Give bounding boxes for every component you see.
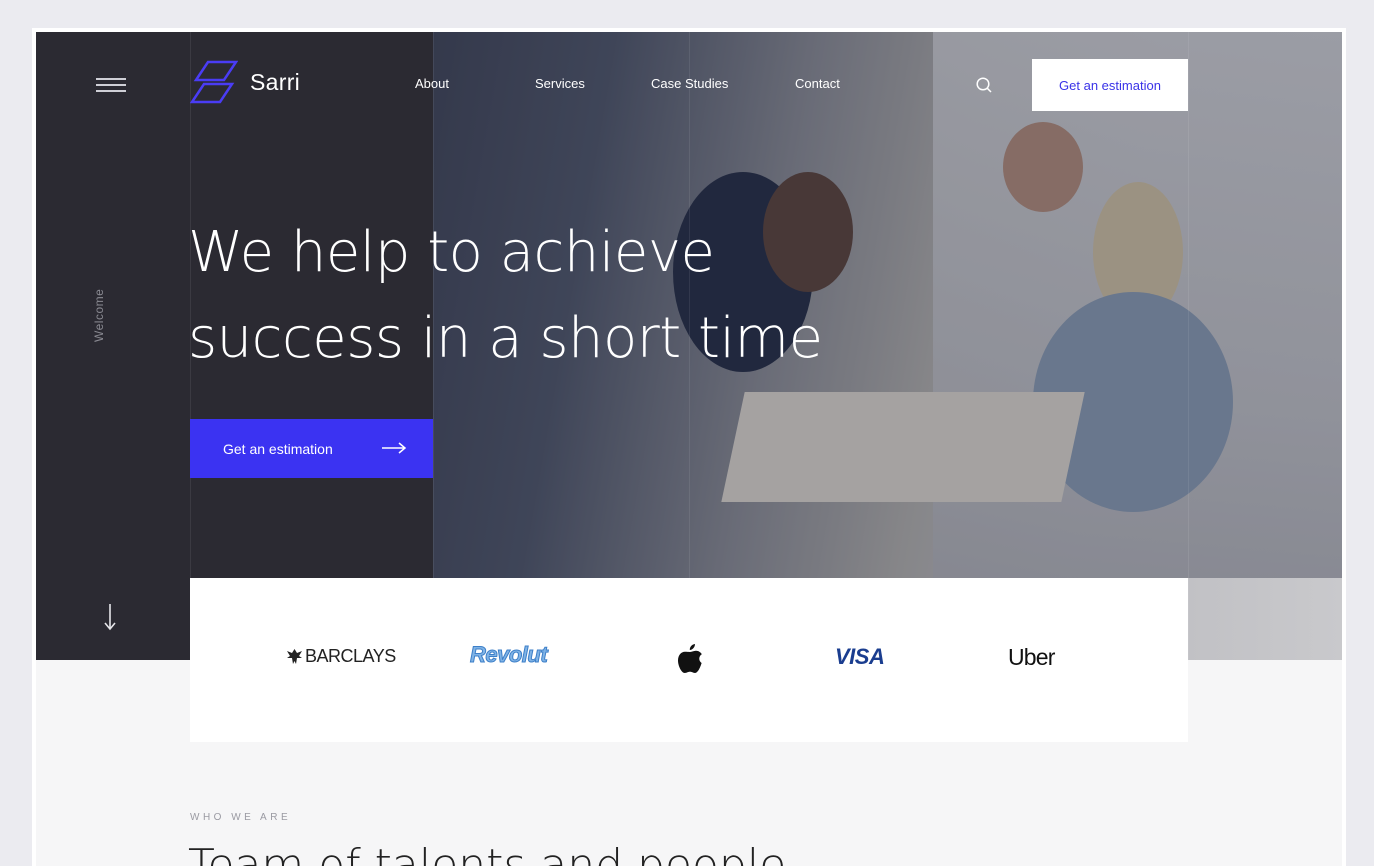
hero-headline: We help to achieve success in a short ti… <box>188 210 888 382</box>
brand-name: Sarri <box>250 68 301 95</box>
arrow-down-icon[interactable] <box>102 602 118 632</box>
client-logo-barclays: BARCLAYS <box>286 646 396 667</box>
nav-about[interactable]: About <box>415 76 449 91</box>
barclays-eagle-icon <box>287 649 302 664</box>
apple-logo-icon <box>678 644 702 673</box>
section-eyebrow: WHO WE ARE <box>190 812 292 823</box>
nav-case-studies[interactable]: Case Studies <box>651 76 728 91</box>
welcome-label: Welcome <box>92 288 106 342</box>
hamburger-icon[interactable] <box>96 78 126 92</box>
arrow-right-icon <box>382 442 407 454</box>
page-frame: Welcome Sarri About Services Case Studie… <box>32 28 1346 866</box>
section-title: Team of talents and people <box>188 840 787 866</box>
brand-logo[interactable]: Sarri <box>190 58 300 106</box>
client-logo-revolut: Revolut <box>469 642 548 668</box>
search-icon[interactable] <box>975 76 993 94</box>
hero-estimation-button[interactable]: Get an estimation <box>190 419 433 478</box>
side-rail: Welcome <box>36 32 190 660</box>
client-logos-strip: BARCLAYS Revolut VISA Uber <box>190 578 1188 742</box>
headline-line-2: success in a short time <box>188 306 823 371</box>
header-estimation-button[interactable]: Get an estimation <box>1032 59 1188 111</box>
headline-line-1: We help to achieve <box>188 220 715 285</box>
client-logo-visa: VISA <box>835 644 885 669</box>
client-logo-uber: Uber <box>1008 644 1055 670</box>
nav-contact[interactable]: Contact <box>795 76 840 91</box>
nav-services[interactable]: Services <box>535 76 585 91</box>
hero-cta-label: Get an estimation <box>223 440 333 457</box>
sarri-logo-icon <box>190 60 238 104</box>
